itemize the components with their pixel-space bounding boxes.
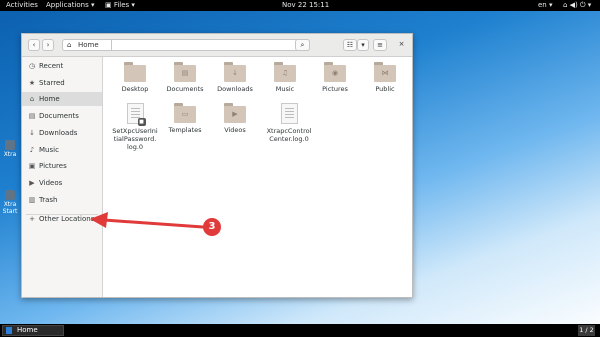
taskbar: Home 1 / 2 (0, 324, 600, 337)
workspace-indicator[interactable]: 1 / 2 (578, 325, 595, 336)
step-number-badge: 3 (203, 218, 221, 236)
taskbar-item-home[interactable]: Home (2, 325, 64, 336)
file-manager-icon (6, 327, 12, 334)
annotation-arrow (90, 212, 205, 229)
